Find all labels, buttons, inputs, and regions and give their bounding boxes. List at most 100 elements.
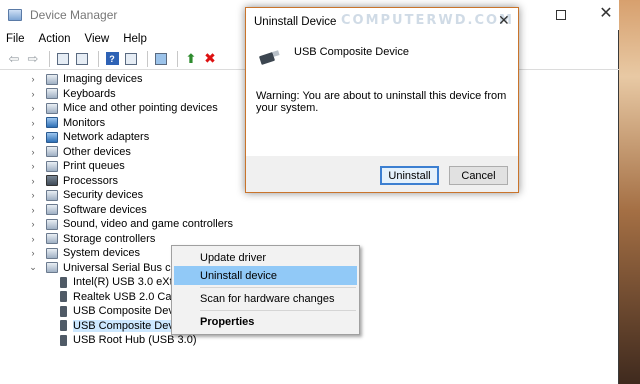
monitor-icon[interactable] — [153, 51, 169, 67]
software-device-icon — [46, 204, 58, 216]
menu-help[interactable]: Help — [123, 33, 147, 45]
expand-chevron-icon[interactable]: › — [28, 176, 38, 186]
tree-item-label: Software devices — [63, 203, 147, 216]
tree-item-label: Security devices — [63, 189, 144, 202]
toolbar-separator — [147, 50, 148, 67]
menu-item-scan-hardware[interactable]: Scan for hardware changes — [174, 289, 357, 308]
device-manager-icon — [8, 9, 22, 21]
tree-item-label: System devices — [63, 247, 141, 260]
expand-chevron-icon[interactable]: › — [28, 161, 38, 171]
monitor-icon — [46, 117, 58, 129]
tree-item-label: Mice and other pointing devices — [63, 102, 218, 115]
tree-item-imaging-devices[interactable]: › Imaging devices — [28, 72, 143, 87]
forward-arrow-icon[interactable]: ⇨ — [25, 51, 41, 67]
tree-item-print-queues[interactable]: › Print queues — [28, 159, 125, 174]
tree-item-label: Keyboards — [63, 87, 116, 100]
close-icon[interactable]: ✕ — [498, 12, 510, 29]
show-hidden-icon[interactable] — [74, 51, 90, 67]
update-view-icon[interactable] — [123, 51, 139, 67]
tree-item-label: Sound, video and game controllers — [63, 218, 233, 231]
processor-icon — [46, 175, 58, 187]
expand-chevron-icon[interactable]: › — [28, 205, 38, 215]
tree-item-label: Print queues — [63, 160, 125, 173]
expand-chevron-icon[interactable]: › — [28, 103, 38, 113]
usb-controller-icon — [46, 262, 58, 274]
menu-separator — [200, 310, 356, 311]
uninstall-button[interactable]: Uninstall — [380, 166, 439, 185]
tree-item-label: Network adapters — [63, 131, 150, 144]
tree-item-software-devices[interactable]: › Software devices — [28, 203, 147, 218]
context-menu: Update driver Uninstall device Scan for … — [171, 245, 360, 335]
menu-item-properties[interactable]: Properties — [174, 312, 357, 331]
tree-item-label: Imaging devices — [63, 73, 143, 86]
collapse-chevron-icon[interactable]: ⌄ — [28, 262, 38, 273]
mouse-icon — [46, 102, 58, 114]
expand-chevron-icon[interactable]: › — [28, 118, 38, 128]
maximize-button[interactable] — [556, 10, 566, 20]
tree-item-label: Other devices — [63, 145, 131, 158]
speaker-icon — [46, 218, 58, 230]
tree-item-security-devices[interactable]: › Security devices — [28, 188, 144, 203]
expand-chevron-icon[interactable]: › — [28, 147, 38, 157]
uninstall-x-icon[interactable]: ✖ — [202, 50, 218, 67]
usb-plug-icon — [60, 291, 67, 303]
tree-item-other-devices[interactable]: › Other devices — [28, 145, 131, 160]
printer-icon — [46, 160, 58, 172]
tree-item-system-devices[interactable]: › System devices — [28, 246, 141, 261]
tree-item-label: Monitors — [63, 116, 106, 129]
help-icon[interactable]: ? — [104, 51, 120, 67]
system-device-icon — [46, 247, 58, 259]
tree-item-monitors[interactable]: › Monitors — [28, 116, 106, 131]
tree-item-sound-video[interactable]: › Sound, video and game controllers — [28, 217, 234, 232]
toolbar-separator — [98, 50, 99, 67]
usb-device-icon — [258, 50, 280, 65]
desktop-background — [619, 0, 640, 384]
menu-separator — [200, 287, 356, 288]
tree-item-processors[interactable]: › Processors — [28, 174, 119, 189]
tree-item-usb-child[interactable]: USB Composite Device — [60, 304, 188, 319]
camera-icon — [46, 73, 58, 85]
usb-plug-icon — [60, 334, 67, 346]
watermark-logo: COMPUTERWD.COM — [341, 13, 514, 28]
close-icon[interactable]: ✕ — [596, 3, 616, 25]
dialog-device-name: USB Composite Device — [294, 46, 409, 58]
usb-plug-icon — [60, 305, 67, 317]
cancel-button[interactable]: Cancel — [449, 166, 508, 185]
toolbar-separator — [177, 50, 178, 67]
tree-item-keyboards[interactable]: › Keyboards — [28, 87, 116, 102]
tree-item-label: Storage controllers — [63, 232, 156, 245]
tree-item-mice[interactable]: › Mice and other pointing devices — [28, 101, 218, 116]
dialog-warning-text: Warning: You are about to uninstall this… — [256, 90, 507, 114]
tree-item-network-adapters[interactable]: › Network adapters — [28, 130, 150, 145]
tree-item-label: USB Root Hub (USB 3.0) — [73, 334, 197, 347]
menu-item-uninstall-device[interactable]: Uninstall device — [174, 266, 357, 285]
expand-chevron-icon[interactable]: › — [28, 248, 38, 258]
tree-item-storage-controllers[interactable]: › Storage controllers — [28, 232, 156, 247]
expand-chevron-icon[interactable]: › — [28, 234, 38, 244]
back-arrow-icon[interactable]: ⇦ — [6, 51, 22, 67]
storage-icon — [46, 233, 58, 245]
usb-plug-icon — [60, 320, 67, 332]
tree-item-usb-child-selected[interactable]: USB Composite Device — [60, 319, 188, 334]
menu-action[interactable]: Action — [39, 33, 71, 45]
expand-chevron-icon[interactable]: › — [28, 190, 38, 200]
tree-item-label: Processors — [63, 174, 119, 187]
dialog-title: Uninstall Device — [254, 16, 337, 28]
expand-chevron-icon[interactable]: › — [28, 132, 38, 142]
uninstall-dialog: Uninstall Device COMPUTERWD.COM ✕ USB Co… — [245, 7, 519, 193]
expand-chevron-icon[interactable]: › — [28, 74, 38, 84]
menu-file[interactable]: File — [6, 33, 25, 45]
menu-view[interactable]: View — [85, 33, 110, 45]
toolbar-separator — [49, 50, 50, 67]
window-title: Device Manager — [30, 8, 118, 22]
expand-chevron-icon[interactable]: › — [28, 219, 38, 229]
add-driver-icon[interactable]: ⬆ — [183, 51, 199, 67]
security-key-icon — [46, 189, 58, 201]
properties-icon[interactable] — [55, 51, 71, 67]
menu-item-update-driver[interactable]: Update driver — [174, 248, 357, 267]
dialog-body: USB Composite Device Warning: You are ab… — [246, 36, 518, 156]
network-icon — [46, 131, 58, 143]
tree-item-usb-child[interactable]: USB Root Hub (USB 3.0) — [60, 333, 197, 348]
expand-chevron-icon[interactable]: › — [28, 89, 38, 99]
usb-plug-icon — [60, 276, 67, 288]
